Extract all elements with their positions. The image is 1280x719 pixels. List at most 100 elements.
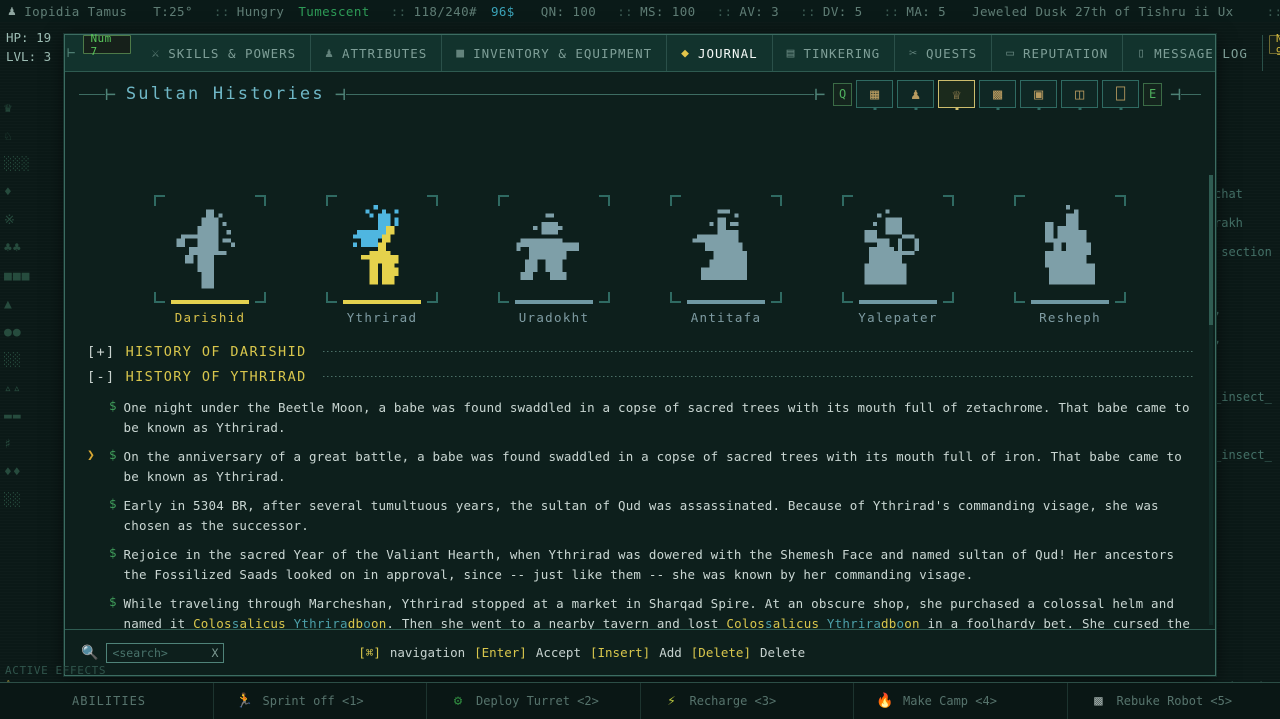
portrait-pedestal xyxy=(343,300,421,304)
frame-corner xyxy=(842,292,853,303)
portrait-uradokht[interactable]: Uradokht xyxy=(494,185,614,325)
content-scrollbar[interactable] xyxy=(1209,175,1213,625)
frame-corner xyxy=(1115,195,1126,206)
tab-skills-and-powers[interactable]: ⚔ SKILLS & POWERS xyxy=(137,35,312,71)
next-screen-key[interactable]: Num 9 xyxy=(1268,32,1280,58)
portrait-pedestal xyxy=(515,300,593,304)
topbar-sep-4: :: xyxy=(716,3,733,19)
title-bracket-right: ⊣ xyxy=(334,83,346,105)
entry-marker: $ xyxy=(109,545,117,560)
ability-slot-sprint[interactable]: 🏃 Sprint off <1> xyxy=(214,682,427,719)
tab-journal[interactable]: ◆ JOURNAL xyxy=(667,35,773,71)
category-slot-artifact[interactable]: ◫ xyxy=(1061,80,1099,108)
frame-corner xyxy=(427,195,438,206)
portrait-darishid[interactable]: Darishid xyxy=(150,185,270,325)
history-header-ythrirad[interactable]: [-] HISTORY OF YTHRIRAD xyxy=(87,364,1193,389)
history-entry[interactable]: $ Rejoice in the sacred Year of the Vali… xyxy=(87,545,1193,585)
hunger-status: Hungry xyxy=(236,3,285,19)
sultan-statue-icon: ♕ xyxy=(952,84,962,103)
collapse-toggle[interactable]: [-] xyxy=(87,369,116,385)
sword-icon: ⚔ xyxy=(151,45,161,61)
log-icon: ▯ xyxy=(1137,45,1147,61)
history-entry[interactable]: $ Early in 5304 BR, after several tumult… xyxy=(87,496,1193,536)
book-icon: ◆ xyxy=(681,45,690,61)
entry-text: Early in 5304 BR, after several tumultuo… xyxy=(123,498,1159,533)
ability-bar: ABILITIES 🏃 Sprint off <1> ⚙ Deploy Turr… xyxy=(0,682,1280,719)
next-category-key[interactable]: E xyxy=(1143,82,1163,106)
ability-label: Recharge <3> xyxy=(689,694,777,708)
title-rule-mid xyxy=(345,93,815,95)
campfire-icon: 🔥 xyxy=(876,693,894,709)
portrait-antitafa[interactable]: Antitafa xyxy=(666,185,786,325)
ability-slot-rebuke-robot[interactable]: ▩ Rebuke Robot <5> xyxy=(1068,683,1280,719)
category-icon-strip: Q ▦ ♟ ♕ ▩ ▣ ◫ ⎕ E xyxy=(833,80,1163,108)
category-slot-map[interactable]: ▦ xyxy=(856,80,894,108)
portrait-ythrirad[interactable]: Ythrirad xyxy=(322,185,442,325)
history-entry[interactable]: $ One night under the Beetle Moon, a bab… xyxy=(87,398,1193,438)
status-effect: Tumescent xyxy=(298,3,370,19)
history-entry-selected[interactable]: ❯ $ On the anniversary of a great battle… xyxy=(87,447,1193,487)
ability-slot-recharge[interactable]: ⚡ Recharge <3> xyxy=(641,682,854,719)
tab-label: SKILLS & POWERS xyxy=(168,45,297,61)
portrait-name: Ythrirad xyxy=(346,310,418,325)
active-effects-label: ACTIVE EFFECTS xyxy=(5,664,107,677)
tab-tinkering[interactable]: ▤ TINKERING xyxy=(773,35,896,71)
figure-icon: ♟ xyxy=(325,45,334,61)
dv-readout: DV: 5 xyxy=(822,3,863,19)
prev-category-key[interactable]: Q xyxy=(833,82,853,106)
scrollbar-thumb[interactable] xyxy=(1209,175,1213,325)
entry-text: One night under the Beetle Moon, a babe … xyxy=(123,400,1190,435)
category-slot-gateway[interactable]: ⎕ xyxy=(1102,80,1140,108)
frame-corner xyxy=(771,292,782,303)
prev-screen-key[interactable]: Num 7 xyxy=(83,32,132,58)
tab-message-log[interactable]: ▯ MESSAGE LOG xyxy=(1123,35,1263,71)
frame-corner xyxy=(771,195,782,206)
portrait-pedestal xyxy=(1031,300,1109,304)
tab-label: REPUTATION xyxy=(1023,45,1109,61)
category-slot-sultan-statue[interactable]: ♕ xyxy=(938,80,976,108)
av-readout: AV: 3 xyxy=(739,3,780,19)
frame-corner xyxy=(255,195,266,206)
expand-toggle[interactable]: [+] xyxy=(87,344,116,360)
portrait-pedestal xyxy=(859,300,937,304)
search-clear-icon[interactable]: X xyxy=(212,646,219,660)
quest-icon: ✂ xyxy=(909,45,919,61)
portrait-yalepater[interactable]: Yalepater xyxy=(838,185,958,325)
frame-corner xyxy=(1115,292,1126,303)
anvil-icon: ▤ xyxy=(786,45,796,61)
history-entry[interactable]: $ While traveling through Marcheshan, Yt… xyxy=(87,594,1193,629)
search-icon: 🔍 xyxy=(81,644,99,661)
tab-bar-left-edge: ⊢ xyxy=(67,45,76,61)
sultan-sprite xyxy=(1045,205,1095,285)
tab-inventory-and-equipment[interactable]: ■ INVENTORY & EQUIPMENT xyxy=(442,35,668,71)
ruins-icon: ▩ xyxy=(993,84,1003,103)
category-slot-warrior[interactable]: ♟ xyxy=(897,80,935,108)
player-glyph-icon: ♟ xyxy=(8,3,17,19)
history-entry-list: [+] HISTORY OF DARISHID [-] HISTORY OF Y… xyxy=(65,333,1215,629)
tab-attributes[interactable]: ♟ ATTRIBUTES xyxy=(311,35,443,71)
ability-slot-make-camp[interactable]: 🔥 Make Camp <4> xyxy=(854,682,1068,719)
money-readout: 96$ xyxy=(490,3,515,19)
scroll-icon: ▭ xyxy=(1006,45,1016,61)
strip-bracket-right: ⊣ xyxy=(1170,83,1181,105)
tab-quests[interactable]: ✂ QUESTS xyxy=(895,35,993,71)
history-header-darishid[interactable]: [+] HISTORY OF DARISHID xyxy=(87,339,1193,364)
portrait-resheph[interactable]: Resheph xyxy=(1010,185,1130,325)
lightning-icon: ⚡ xyxy=(667,693,676,709)
category-slot-ruins[interactable]: ▩ xyxy=(979,80,1017,108)
category-slot-shrine[interactable]: ▣ xyxy=(1020,80,1058,108)
search-input[interactable]: <search> X xyxy=(106,642,225,663)
game-date: Jeweled Dusk 27th of Tishru ii Ux xyxy=(972,3,1234,19)
keybind-hints: [⌘] navigation [Enter] Accept [Insert] A… xyxy=(358,645,805,660)
ability-slot-deploy-turret[interactable]: ⚙ Deploy Turret <2> xyxy=(427,682,641,719)
frame-corner xyxy=(154,292,165,303)
title-rule-right xyxy=(1181,93,1201,95)
game-screen: ♛ ♘ ░░░ ♦ ※ ♣♣ ■■■ ▲ ●● ░░ ▵▵ ▬▬ ♯ ♦♦ ░░… xyxy=(0,0,1280,719)
portrait-name: Antitafa xyxy=(690,310,762,325)
journal-window: ⊢ Num 7 ⚔ SKILLS & POWERS ♟ ATTRIBUTES ■… xyxy=(64,32,1280,676)
frame-corner xyxy=(498,195,509,206)
frame-corner xyxy=(498,292,509,303)
map-icon: ▦ xyxy=(870,84,880,103)
tab-reputation[interactable]: ▭ REPUTATION xyxy=(992,35,1124,71)
delete-label: Delete xyxy=(759,645,806,660)
